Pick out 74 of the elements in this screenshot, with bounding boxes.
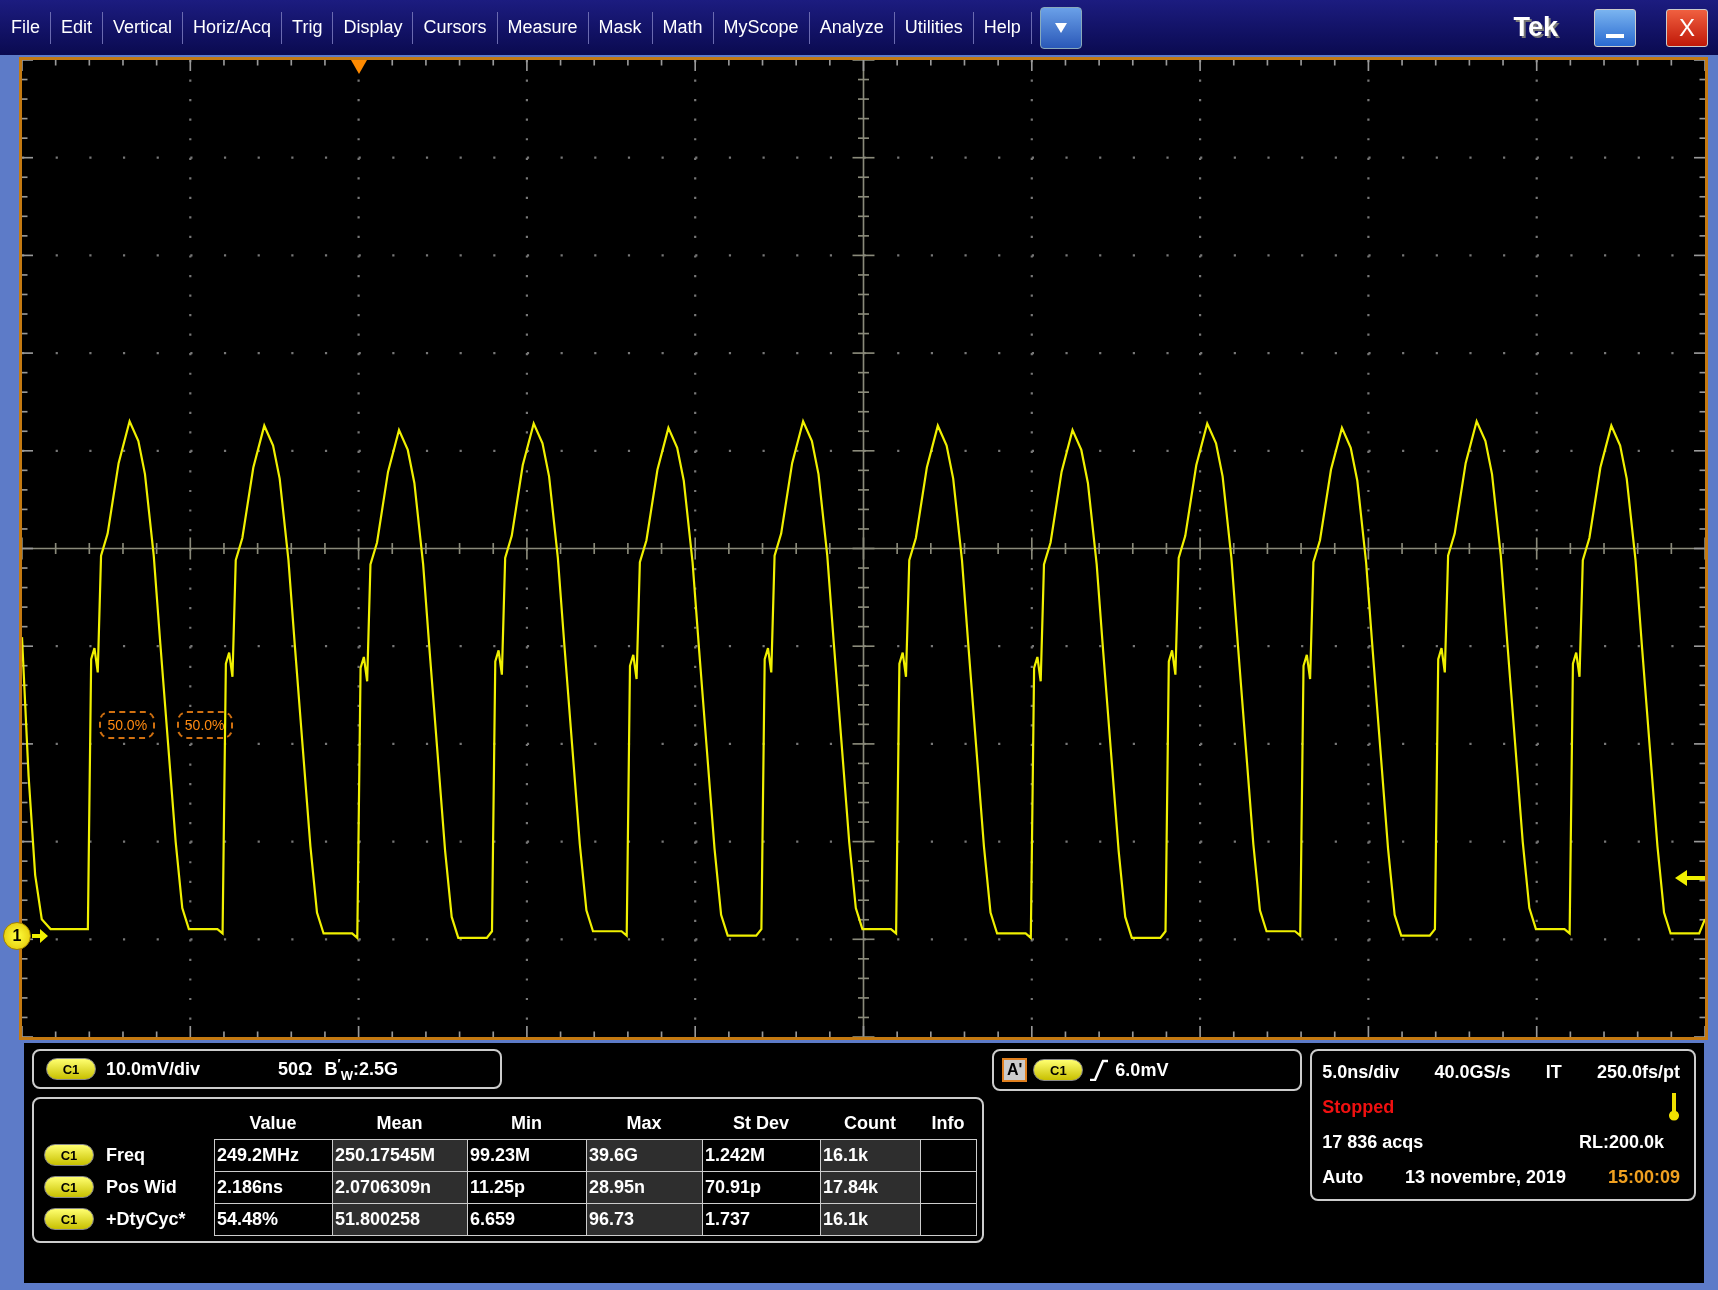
table-cell: 2.0706309n (332, 1171, 468, 1204)
table-cell (920, 1203, 977, 1236)
column-header: Max (625, 1111, 663, 1135)
minimize-button[interactable] (1594, 8, 1636, 47)
column-header: Count (843, 1111, 897, 1135)
column-header: Value (248, 1111, 298, 1135)
trigger-readout-panel[interactable]: A' C1 6.0mV (992, 1049, 1303, 1091)
trigger-position-icon[interactable] (350, 60, 367, 74)
menu-item[interactable]: File (1, 11, 51, 44)
table-cell: 96.73 (586, 1203, 703, 1236)
table-cell: 250.17545M (332, 1139, 468, 1172)
acquisition-count-text: 17 836 acqs (1322, 1132, 1424, 1154)
triangle-down-icon (1054, 22, 1067, 33)
channel-badge[interactable]: C1 (44, 1176, 94, 1198)
sample-rate-text: 40.0GS/s (1434, 1061, 1511, 1083)
channel-badge[interactable]: C1 (46, 1058, 96, 1080)
column-header: Info (930, 1111, 966, 1135)
menu-item[interactable]: Horiz/Acq (183, 11, 283, 44)
column-header: Mean (375, 1111, 424, 1135)
measurement-level-marker: 50.0% (176, 710, 233, 739)
table-cell: 28.95n (586, 1171, 703, 1204)
measurement-name: Pos Wid (106, 1176, 177, 1198)
table-cell: 54.48% (214, 1203, 333, 1236)
record-length-text: RL:200.0k (1578, 1132, 1664, 1154)
run-status-text: Stopped (1322, 1096, 1395, 1118)
time-text: 15:00:09 (1607, 1167, 1680, 1189)
trigger-mode-text: Auto (1322, 1167, 1364, 1189)
bandwidth-text: B$^{′}$$_{W}$:2.5G (324, 1055, 398, 1083)
trigger-level-icon[interactable] (1675, 869, 1705, 886)
resolution-text: 250.0fs/pt (1596, 1061, 1680, 1083)
menu-item[interactable]: Math (652, 11, 714, 44)
vertical-scale-text: 10.0mV/div (106, 1058, 201, 1080)
menu-item[interactable]: Measure (497, 11, 589, 44)
minimize-icon (1606, 33, 1624, 38)
menu-item[interactable]: Display (333, 11, 414, 44)
menu-item[interactable]: Help (973, 11, 1032, 44)
channel-badge[interactable]: C1 (44, 1144, 94, 1166)
date-text: 13 novembre, 2019 (1405, 1167, 1567, 1189)
measurement-name: Freq (106, 1144, 145, 1166)
menu-item[interactable]: Mask (588, 11, 653, 44)
table-cell: 39.6G (586, 1139, 703, 1172)
table-cell: 51.800258 (332, 1203, 468, 1236)
table-cell: 249.2MHz (214, 1139, 333, 1172)
time-scale-text: 5.0ns/div (1322, 1061, 1400, 1083)
close-button[interactable]: X (1666, 8, 1708, 47)
arrow-icon (32, 929, 48, 944)
column-header: St Dev (732, 1111, 790, 1135)
channel-readout-panel[interactable]: C1 10.0mV/div 50Ω B$^{′}$$_{W}$:2.5G (32, 1049, 502, 1089)
thermometer-icon (1668, 1093, 1680, 1122)
table-cell: 16.1k (820, 1203, 921, 1236)
table-cell: 16.1k (820, 1139, 921, 1172)
table-cell (920, 1139, 977, 1172)
menu-item[interactable]: Edit (51, 11, 104, 44)
table-cell: 17.84k (820, 1171, 921, 1204)
measurement-level-marker: 50.0% (99, 710, 156, 739)
impedance-text: 50Ω (278, 1058, 313, 1080)
acquisition-readout-panel[interactable]: 5.0ns/div 40.0GS/s IT 250.0fs/pt Stopped 17 836 acqs RL:200.0k Auto 13 novembre, 2019 15:00:09 (1310, 1049, 1696, 1201)
menu-item[interactable]: Trig (282, 11, 334, 44)
channel-marker[interactable]: 1 (3, 922, 31, 951)
menu-item[interactable]: Cursors (413, 11, 498, 44)
dropdown-button[interactable] (1039, 6, 1082, 49)
menu-item[interactable]: Utilities (894, 11, 974, 44)
brand-logo: Tek (1513, 12, 1558, 43)
menu-item[interactable]: Analyze (809, 11, 895, 44)
trigger-level-text: 6.0mV (1115, 1059, 1169, 1081)
column-header: Min (510, 1111, 543, 1135)
trigger-tag: A' (1002, 1058, 1028, 1082)
menu-item[interactable]: Vertical (103, 11, 184, 44)
rising-edge-icon (1089, 1059, 1110, 1081)
acquisition-mode-text: IT (1545, 1061, 1562, 1083)
channel-badge[interactable]: C1 (1033, 1059, 1084, 1081)
menu-item[interactable]: MyScope (713, 11, 810, 44)
measurement-name: +DtyCyc* (106, 1208, 186, 1230)
channel-badge[interactable]: C1 (44, 1208, 94, 1230)
